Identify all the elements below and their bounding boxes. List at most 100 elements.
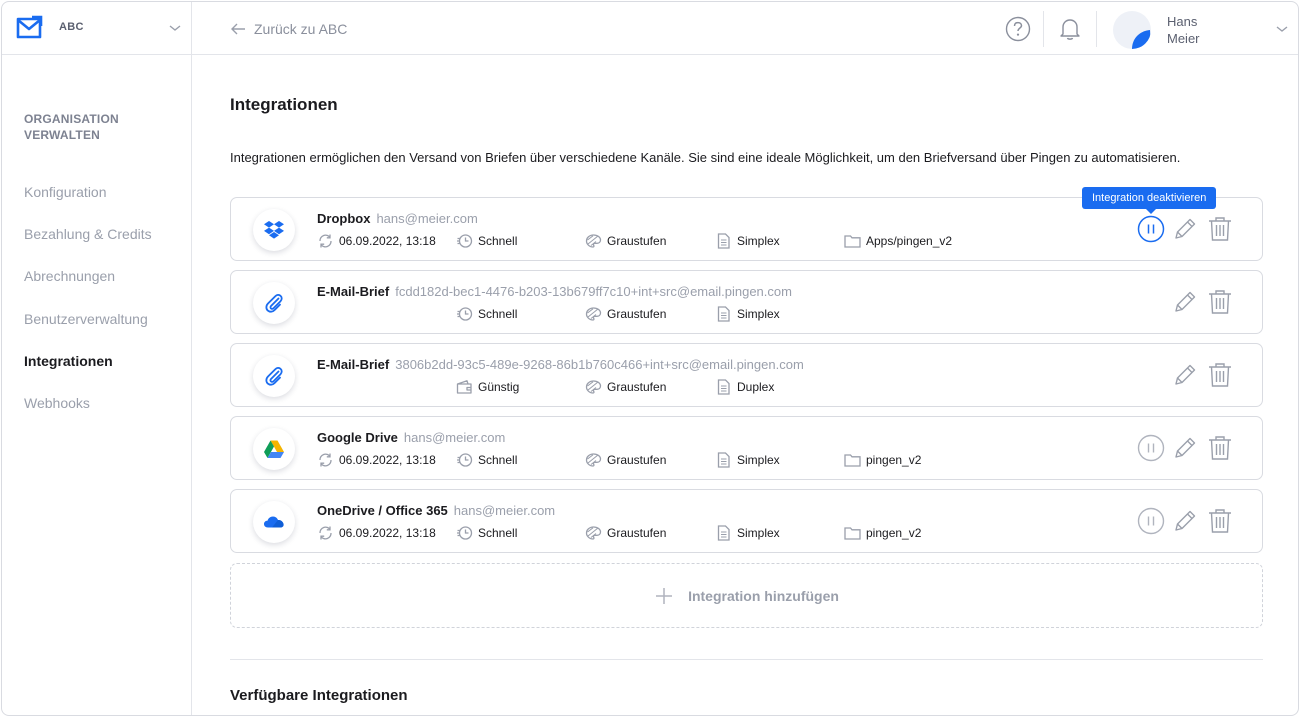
palette-icon <box>585 380 602 394</box>
edit-button[interactable] <box>1171 361 1199 389</box>
meta-folder: pingen_v2 <box>844 525 921 541</box>
integration-account: fcdd182d-bec1-4476-b203-13b679ff7c10+int… <box>395 284 792 299</box>
arrow-left-icon <box>231 23 245 35</box>
trash-icon <box>1209 290 1231 314</box>
meta-speed: Schnell <box>456 233 517 249</box>
trash-icon <box>1209 217 1231 241</box>
document-duplex-icon <box>717 379 730 395</box>
integration-name: E-Mail-Brief <box>317 284 390 299</box>
meta-speed-text: Günstig <box>478 380 520 394</box>
meta-print-text: Duplex <box>737 380 775 394</box>
integration-name: OneDrive / Office 365 <box>317 503 448 518</box>
folder-icon <box>844 235 861 248</box>
integration-title: Dropbox hans@meier.com <box>317 211 478 226</box>
meta-color: Graustufen <box>585 379 666 395</box>
meta-sync-text: 06.09.2022, 13:18 <box>339 526 436 540</box>
delete-button[interactable] <box>1206 361 1234 389</box>
delete-button[interactable] <box>1206 434 1234 462</box>
add-integration-button[interactable]: Integration hinzufügen <box>230 563 1263 628</box>
document-icon <box>717 525 730 541</box>
sidebar-item-bezahlung[interactable]: Bezahlung & Credits <box>24 226 152 242</box>
meta-sync-text: 06.09.2022, 13:18 <box>339 453 436 467</box>
integration-account: 3806b2dd-93c5-489e-9268-86b1b760c466+int… <box>395 357 804 372</box>
meta-print-text: Simplex <box>737 453 780 467</box>
available-integrations-title: Verfügbare Integrationen <box>230 687 408 704</box>
meta-sync: 06.09.2022, 13:18 <box>317 233 436 249</box>
delete-button[interactable] <box>1206 215 1234 243</box>
meta-color: Graustufen <box>585 452 666 468</box>
pause-button[interactable] <box>1137 507 1165 535</box>
meta-color-text: Graustufen <box>607 453 667 467</box>
sidebar-item-integrationen[interactable]: Integrationen <box>24 353 113 369</box>
page-description: Integrationen ermöglichen den Versand vo… <box>230 150 1181 165</box>
delete-button[interactable] <box>1206 288 1234 316</box>
org-name: ABC <box>59 21 84 33</box>
edit-button[interactable] <box>1171 288 1199 316</box>
meta-speed: Schnell <box>456 306 517 322</box>
edit-button[interactable] <box>1171 215 1199 243</box>
meta-speed-text: Schnell <box>478 307 518 321</box>
edit-button[interactable] <box>1171 434 1199 462</box>
sidebar-item-abrechnungen[interactable]: Abrechnungen <box>24 268 115 284</box>
divider <box>1096 11 1097 47</box>
folder-icon <box>844 454 861 467</box>
meta-folder-text: pingen_v2 <box>866 453 922 467</box>
document-icon <box>717 233 730 249</box>
edit-button[interactable] <box>1171 507 1199 535</box>
clock-icon <box>457 453 473 467</box>
sidebar-item-benutzerverwaltung[interactable]: Benutzerverwaltung <box>24 311 148 327</box>
google-drive-icon <box>253 428 295 470</box>
sidebar-heading: ORGANISATION VERWALTEN <box>24 112 119 142</box>
avatar[interactable] <box>1113 11 1151 49</box>
pencil-icon <box>1175 364 1196 385</box>
paperclip-icon <box>253 282 295 324</box>
help-icon[interactable] <box>1005 16 1031 42</box>
org-switcher[interactable]: ABC <box>2 2 192 55</box>
meta-speed: Schnell <box>456 452 517 468</box>
integration-card-email-1: E-Mail-Brief fcdd182d-bec1-4476-b203-13b6… <box>230 270 1263 334</box>
integration-card-onedrive: OneDrive / Office 365 hans@meier.com 06.0… <box>230 489 1263 553</box>
meta-speed: Günstig <box>456 379 519 395</box>
clock-icon <box>457 526 473 540</box>
meta-folder: pingen_v2 <box>844 452 921 468</box>
integration-card-email-2: E-Mail-Brief 3806b2dd-93c5-489e-9268-86b1… <box>230 343 1263 407</box>
meta-print: Simplex <box>715 452 780 468</box>
chevron-down-icon[interactable] <box>1275 24 1289 34</box>
clock-icon <box>457 307 473 321</box>
pause-button[interactable] <box>1137 215 1165 243</box>
integration-name: E-Mail-Brief <box>317 357 390 372</box>
meta-print: Duplex <box>715 379 774 395</box>
sidebar-item-webhooks[interactable]: Webhooks <box>24 395 90 411</box>
integration-name: Google Drive <box>317 430 398 445</box>
integration-title: E-Mail-Brief 3806b2dd-93c5-489e-9268-86b1… <box>317 357 804 372</box>
meta-print: Simplex <box>715 306 780 322</box>
bell-icon[interactable] <box>1059 16 1081 42</box>
pause-icon <box>1137 215 1165 243</box>
integration-title: Google Drive hans@meier.com <box>317 430 505 445</box>
palette-icon <box>585 234 602 248</box>
meta-sync-text: 06.09.2022, 13:18 <box>339 234 436 248</box>
meta-color-text: Graustufen <box>607 380 667 394</box>
pause-button[interactable] <box>1137 434 1165 462</box>
meta-print: Simplex <box>715 233 780 249</box>
clock-icon <box>457 234 473 248</box>
pause-icon <box>1137 434 1165 462</box>
meta-color-text: Graustufen <box>607 307 667 321</box>
pencil-icon <box>1175 510 1196 531</box>
back-link-label: Zurück zu ABC <box>254 21 348 37</box>
sidebar-item-konfiguration[interactable]: Konfiguration <box>24 184 107 200</box>
trash-icon <box>1209 436 1231 460</box>
meta-print: Simplex <box>715 525 780 541</box>
delete-button[interactable] <box>1206 507 1234 535</box>
plus-icon <box>656 587 673 604</box>
mail-logo-icon <box>16 15 43 39</box>
meta-color: Graustufen <box>585 233 666 249</box>
user-name[interactable]: Hans Meier <box>1167 13 1227 47</box>
paperclip-icon <box>253 355 295 397</box>
meta-print-text: Simplex <box>737 234 780 248</box>
pencil-icon <box>1175 218 1196 239</box>
meta-print-text: Simplex <box>737 307 780 321</box>
divider <box>230 659 1263 660</box>
back-link[interactable]: Zurück zu ABC <box>230 18 347 40</box>
top-bar: ABC Zurück zu ABC Hans Meier <box>2 2 1298 55</box>
